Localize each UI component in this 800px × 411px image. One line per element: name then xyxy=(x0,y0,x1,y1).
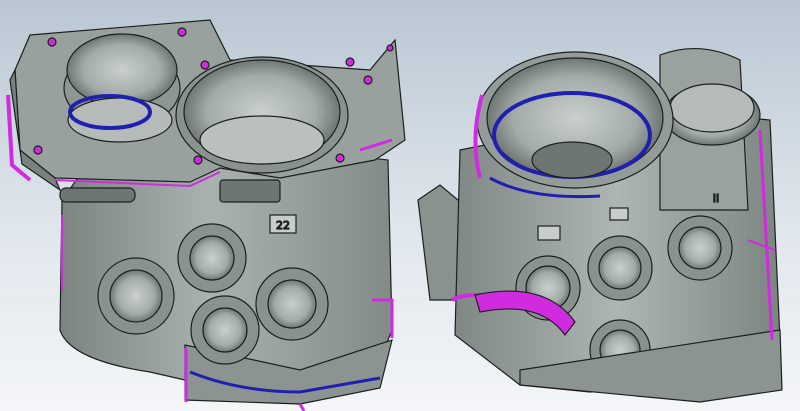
right-housing[interactable]: II xyxy=(417,48,783,403)
left-housing[interactable]: 22 xyxy=(6,19,406,411)
cad-viewport[interactable]: 22 II xyxy=(0,0,800,411)
right-part-number: II xyxy=(713,192,720,205)
left-part-number: 22 xyxy=(276,219,290,232)
model-scene[interactable]: 22 II xyxy=(0,0,800,411)
